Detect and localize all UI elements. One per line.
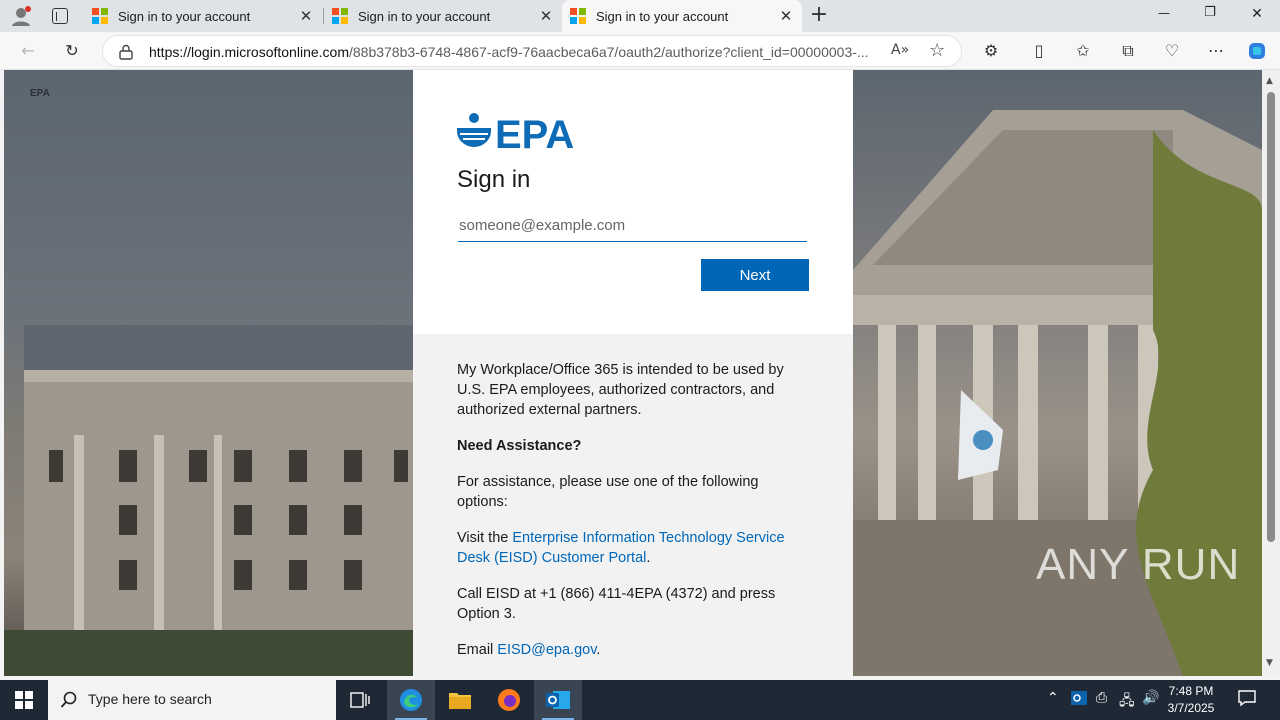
clock-date: 3/7/2025 (1167, 701, 1215, 715)
close-tab-icon[interactable]: ✕ (298, 7, 314, 25)
tab-title: Sign in to your account (358, 8, 491, 24)
epa-logo-text: EPA (495, 113, 574, 152)
portal-suffix: . (646, 550, 651, 566)
clock-time: 7:48 PM (1168, 684, 1214, 698)
scroll-thumb[interactable] (1267, 92, 1275, 542)
volume-icon[interactable]: 🔊 (1142, 690, 1159, 706)
tab-title: Sign in to your account (596, 8, 729, 24)
search-icon (60, 691, 77, 708)
url-host: https://login.microsoftonline.com (149, 44, 349, 60)
profile-avatar[interactable] (10, 5, 32, 27)
task-view-icon (350, 692, 370, 708)
lock-icon (119, 44, 133, 60)
taskbar-search[interactable]: Type here to search (48, 680, 336, 720)
microsoft-logo-icon (570, 8, 586, 24)
outlook-tray-icon[interactable] (1071, 690, 1087, 710)
tab-actions-icon[interactable] (52, 8, 68, 24)
info-panel: My Workplace/Office 365 is intended to b… (413, 334, 853, 676)
back-arrow-icon[interactable]: ← (18, 41, 38, 61)
favorite-star-icon[interactable]: ☆ (929, 40, 945, 61)
usb-tray-icon[interactable]: ⎙ (1096, 690, 1107, 706)
close-window-button[interactable]: ✕ (1245, 6, 1269, 22)
edge-taskbar-button[interactable] (387, 680, 435, 720)
windows-taskbar: Type here to search ⌃ ⎙ 🖧 🔊 7:48 PM 3/7/… (0, 680, 1280, 720)
tab-1[interactable]: Sign in to your account ✕ (84, 0, 322, 32)
browser-essentials-icon[interactable]: ♡ (1162, 41, 1182, 61)
corner-epa-logo: EPA (30, 88, 50, 99)
close-tab-icon[interactable]: ✕ (538, 7, 554, 25)
outlook-button[interactable] (534, 680, 582, 720)
background-building-left: EPA (4, 70, 413, 676)
email-suffix: . (596, 642, 601, 658)
read-aloud-icon[interactable]: A» (891, 42, 909, 58)
email-prefix: Email (457, 642, 498, 658)
tab-strip: Sign in to your account ✕ Sign in to you… (0, 0, 1280, 32)
notifications-icon[interactable] (1238, 689, 1256, 711)
tab-title: Sign in to your account (118, 8, 251, 24)
profile-icon (12, 6, 31, 26)
start-button[interactable] (0, 680, 48, 720)
scroll-up-icon[interactable]: ▲ (1266, 76, 1273, 86)
outlook-icon (546, 691, 570, 709)
portal-text: Visit the Enterprise Information Technol… (457, 528, 807, 568)
refresh-icon[interactable]: ↻ (62, 41, 82, 61)
windows-logo-icon (15, 691, 33, 709)
address-bar[interactable]: https://login.microsoftonline.com/88b378… (102, 35, 962, 67)
collections-icon[interactable]: ⧉ (1118, 41, 1138, 61)
next-button[interactable]: Next (701, 259, 809, 291)
show-hidden-icons-icon[interactable]: ⌃ (1047, 690, 1059, 706)
system-clock[interactable]: 7:48 PM 3/7/2025 (1160, 683, 1222, 717)
info-text: My Workplace/Office 365 is intended to b… (457, 360, 807, 676)
favorites-icon[interactable]: ✩ (1073, 41, 1093, 61)
restore-button[interactable]: ❐ (1198, 5, 1222, 20)
firefox-icon (498, 689, 520, 711)
firefox-button[interactable] (485, 680, 533, 720)
extensions-icon[interactable]: ⚙ (981, 41, 1001, 61)
tab-2[interactable]: Sign in to your account ✕ (324, 0, 562, 32)
task-view-button[interactable] (336, 680, 384, 720)
minimize-button[interactable]: — (1152, 6, 1176, 20)
anyrun-watermark: ANY RUN (1036, 540, 1241, 589)
assistance-text: For assistance, please use one of the fo… (457, 474, 759, 510)
copilot-icon[interactable] (1247, 41, 1267, 61)
portal-prefix: Visit the (457, 530, 513, 546)
email-text: Email EISD@epa.gov. (457, 640, 807, 660)
browser-toolbar: ← ↻ https://login.microsoftonline.com/88… (0, 32, 1280, 70)
building-illustration (4, 325, 413, 676)
file-explorer-button[interactable] (436, 680, 484, 720)
edge-icon (400, 689, 422, 711)
email-field[interactable] (458, 210, 807, 242)
network-icon[interactable]: 🖧 (1119, 690, 1135, 714)
new-tab-button[interactable]: + (808, 2, 830, 27)
close-tab-icon[interactable]: ✕ (778, 7, 794, 25)
epa-logo: EPA (457, 113, 574, 152)
eisd-email-link[interactable]: EISD@epa.gov (497, 642, 596, 658)
phone-text: Call EISD at +1 (866) 411-4EPA (4372) an… (457, 586, 776, 622)
split-screen-icon[interactable]: ▯ (1029, 41, 1049, 61)
url-path: /88b378b3-6748-4867-acf9-76aacbeca6a7/oa… (348, 44, 869, 60)
more-menu-icon[interactable]: ⋯ (1206, 41, 1226, 61)
microsoft-logo-icon (92, 8, 108, 24)
signin-card: EPA Sign in Next (413, 70, 853, 334)
folder-icon (449, 693, 471, 709)
search-placeholder: Type here to search (88, 691, 212, 707)
assistance-heading: Need Assistance? (457, 438, 582, 454)
scroll-down-icon[interactable]: ▼ (1266, 658, 1273, 668)
page-scrollbar[interactable]: ▲ ▼ (1262, 70, 1280, 676)
tab-3-active[interactable]: Sign in to your account ✕ (562, 0, 802, 32)
intended-use-text: My Workplace/Office 365 is intended to b… (457, 362, 784, 418)
microsoft-logo-icon (332, 8, 348, 24)
url-text[interactable]: https://login.microsoftonline.com/88b378… (149, 44, 869, 60)
page-title: Sign in (457, 166, 531, 193)
